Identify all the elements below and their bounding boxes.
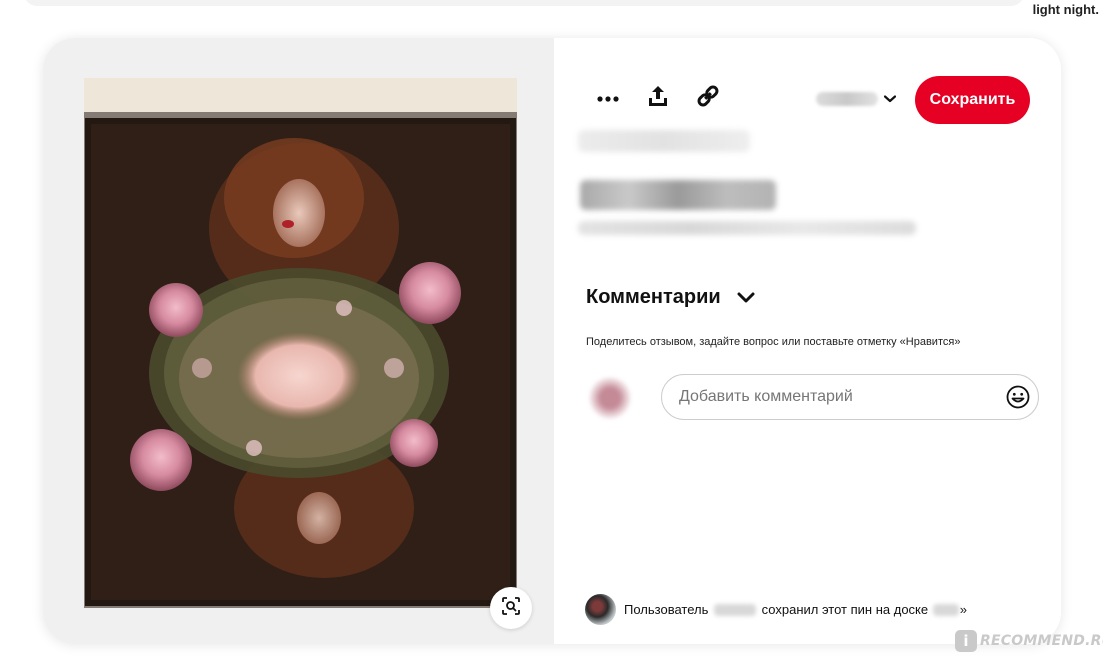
link-chain-icon <box>696 84 720 113</box>
board-select-dropdown[interactable] <box>816 86 906 112</box>
comments-title: Комментарии <box>586 286 721 308</box>
share-button[interactable] <box>638 78 678 118</box>
avatar <box>590 378 630 418</box>
board-name-blurred <box>816 92 878 106</box>
watermark-badge: i <box>955 630 977 652</box>
more-options-button[interactable] <box>588 78 628 118</box>
pin-image[interactable] <box>84 78 517 608</box>
copy-link-button[interactable] <box>688 78 728 118</box>
pin-toolbar: Сохранить <box>584 74 1044 124</box>
more-dots-icon <box>597 89 619 107</box>
pin-photo-artwork <box>84 78 517 608</box>
pin-closeup-card: Сохранить Комментарии Поделитесь отзывом… <box>43 38 1061 644</box>
share-upload-icon <box>648 85 668 112</box>
saved-by-text: Пользователь сохранил этот пин на доске … <box>624 602 967 617</box>
pin-description-blurred <box>578 221 916 235</box>
visual-search-icon <box>501 596 521 621</box>
visual-search-button[interactable] <box>490 587 532 629</box>
username-blurred[interactable] <box>714 604 756 617</box>
pin-image-pane <box>43 38 554 644</box>
comment-input[interactable] <box>661 374 1039 420</box>
comments-toggle[interactable]: Комментарии <box>586 286 755 309</box>
saved-by-prefix: Пользователь <box>624 601 709 617</box>
saved-by-middle: сохранил этот пин на доске <box>761 601 929 617</box>
watermark: i RECOMMEND.RU <box>955 630 1103 652</box>
pin-title-blurred <box>580 180 776 210</box>
pin-details-pane: Сохранить Комментарии Поделитесь отзывом… <box>554 38 1061 644</box>
saved-by-suffix: » <box>959 601 967 617</box>
source-link-blurred <box>578 130 750 152</box>
top-search-bar-edge <box>24 0 1024 6</box>
saved-by-attribution: Пользователь сохранил этот пин на доске … <box>585 592 967 626</box>
avatar[interactable] <box>585 593 616 625</box>
board-link-blurred[interactable] <box>932 604 959 617</box>
chevron-down-icon <box>737 292 755 304</box>
corner-caption: light night. <box>1032 2 1099 17</box>
save-button[interactable]: Сохранить <box>915 76 1030 124</box>
comments-hint: Поделитесь отзывом, задайте вопрос или п… <box>586 336 961 348</box>
add-comment-row <box>584 372 1039 432</box>
smiley-icon[interactable] <box>1006 385 1030 409</box>
watermark-text: RECOMMEND.RU <box>980 633 1103 649</box>
chevron-down-icon <box>883 90 897 108</box>
